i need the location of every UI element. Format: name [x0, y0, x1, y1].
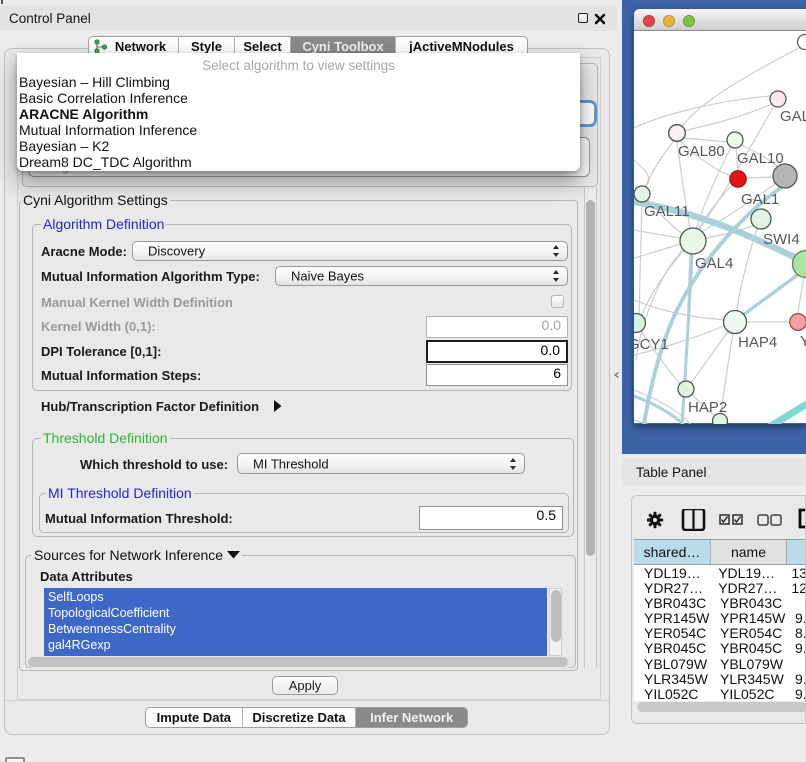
svg-text:SWI4: SWI4	[763, 231, 800, 248]
svg-text:HAP2: HAP2	[688, 399, 727, 416]
svg-text:GAL1: GAL1	[741, 191, 779, 208]
svg-text:GAL11: GAL11	[644, 203, 690, 220]
svg-text:Y: Y	[800, 333, 806, 350]
svg-text:GCY1: GCY1	[634, 336, 669, 353]
svg-text:GAL10: GAL10	[737, 150, 784, 167]
svg-text:GAL: GAL	[780, 108, 806, 125]
svg-text:GAL4: GAL4	[695, 255, 733, 272]
svg-text:GAL80: GAL80	[678, 143, 725, 160]
svg-text:HAP4: HAP4	[738, 334, 777, 351]
